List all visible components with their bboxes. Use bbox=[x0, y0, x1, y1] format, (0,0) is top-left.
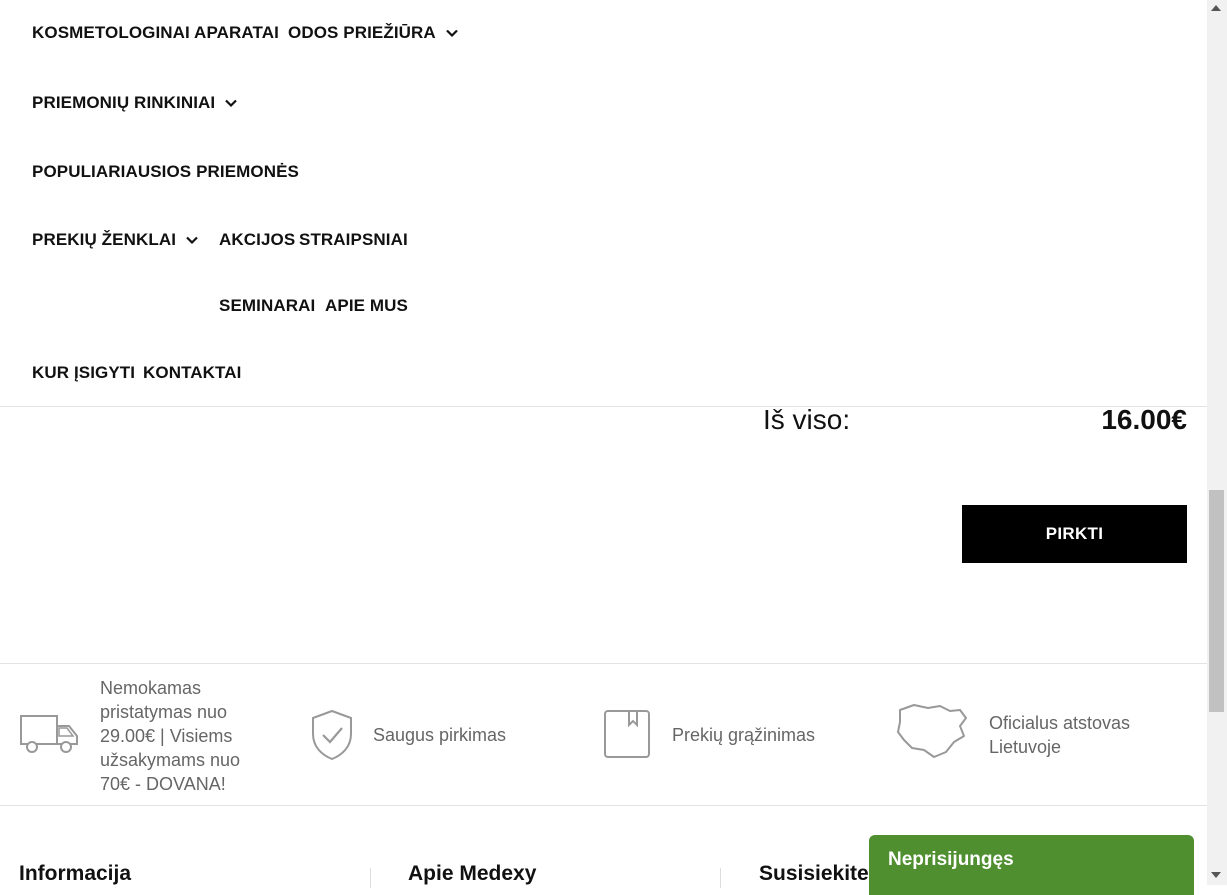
nav-item-label: KONTAKTAI bbox=[143, 363, 242, 382]
nav-divider bbox=[0, 406, 1207, 407]
nav-item-label: KOSMETOLOGINAI APARATAI bbox=[32, 23, 279, 42]
nav-item-populiariausios-priemones[interactable]: POPULIARIAUSIOS PRIEMONĖS bbox=[32, 162, 299, 182]
benefits-divider-top bbox=[0, 663, 1207, 664]
benefit-delivery-text: Nemokamas pristatymas nuo 29.00€ | Visie… bbox=[100, 678, 241, 794]
footer-col-informacija: Informacija bbox=[19, 862, 132, 885]
nav-item-label: AKCIJOS bbox=[219, 230, 296, 249]
delivery-truck-icon bbox=[19, 712, 79, 761]
footer-divider bbox=[370, 868, 371, 888]
cart-total-value: 16.00€ bbox=[1101, 404, 1187, 435]
nav-item-kosmetologiniai-aparatai[interactable]: KOSMETOLOGINAI APARATAI bbox=[32, 23, 279, 43]
nav-item-kur-isigyti[interactable]: KUR ĮSIGYTI bbox=[32, 363, 135, 383]
scrollbar-track[interactable] bbox=[1207, 0, 1227, 885]
nav-item-prekiu-zenklai[interactable]: PREKIŲ ŽENKLAI bbox=[32, 230, 198, 250]
benefit-secure-text: Saugus pirkimas bbox=[373, 725, 507, 745]
nav-item-label: SEMINARAI bbox=[219, 296, 316, 315]
nav-item-label: PREKIŲ ŽENKLAI bbox=[32, 230, 177, 249]
chat-status-label: Neprisijungęs bbox=[888, 849, 1014, 870]
nav-item-label: POPULIARIAUSIOS PRIEMONĖS bbox=[32, 162, 299, 181]
nav-item-odos-prieziura[interactable]: ODOS PRIEŽIŪRA bbox=[288, 23, 458, 43]
footer-col-susisiekite: Susisiekite bbox=[759, 862, 869, 885]
footer-divider bbox=[720, 868, 721, 888]
benefit-returns-text: Prekių grąžinimas bbox=[672, 725, 816, 745]
footer-col-apie-medexy: Apie Medexy bbox=[408, 862, 537, 885]
nav-item-seminarai[interactable]: SEMINARAI bbox=[219, 296, 315, 316]
nav-item-priemoniu-rinkiniai[interactable]: PRIEMONIŲ RINKINIAI bbox=[32, 93, 238, 113]
nav-item-label: ODOS PRIEŽIŪRA bbox=[288, 23, 436, 42]
box-return-icon bbox=[603, 709, 651, 764]
shield-check-icon bbox=[310, 709, 354, 766]
nav-item-label: STRAIPSNIAI bbox=[299, 230, 408, 249]
scroll-down-icon[interactable] bbox=[1211, 872, 1221, 878]
buy-button[interactable]: PIRKTI bbox=[962, 505, 1187, 563]
scrollbar-thumb[interactable] bbox=[1209, 490, 1224, 712]
benefits-divider-bottom bbox=[0, 805, 1207, 806]
cart-total-label: Iš viso: bbox=[763, 404, 851, 435]
nav-item-akcijos[interactable]: AKCIJOS bbox=[219, 230, 295, 250]
benefit-official-text: Oficialus atstovas Lietuvoje bbox=[989, 713, 1131, 757]
chat-widget[interactable]: Neprisijungęs bbox=[869, 835, 1194, 895]
chevron-down-icon bbox=[446, 27, 458, 39]
nav-item-label: APIE MUS bbox=[325, 296, 408, 315]
nav-item-straipsniai[interactable]: STRAIPSNIAI bbox=[299, 230, 408, 250]
nav-item-label: PRIEMONIŲ RINKINIAI bbox=[32, 93, 216, 112]
chevron-down-icon bbox=[225, 97, 238, 109]
chevron-down-icon bbox=[186, 234, 198, 246]
scroll-up-icon[interactable] bbox=[1211, 5, 1221, 11]
lithuania-map-icon bbox=[894, 702, 970, 765]
nav-item-label: KUR ĮSIGYTI bbox=[32, 363, 136, 382]
nav-item-kontaktai[interactable]: KONTAKTAI bbox=[143, 363, 241, 383]
nav-item-apie-mus[interactable]: APIE MUS bbox=[325, 296, 408, 316]
